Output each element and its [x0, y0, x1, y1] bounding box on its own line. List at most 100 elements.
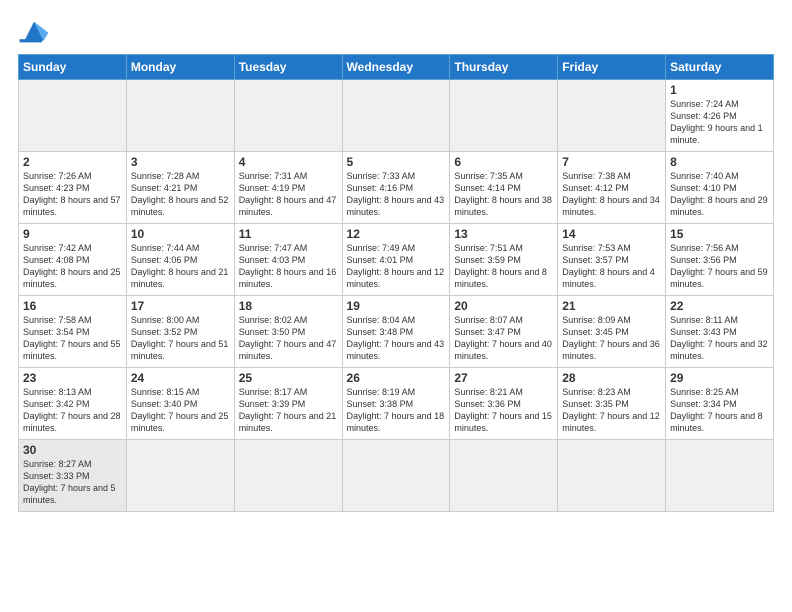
- weekday-header-friday: Friday: [558, 55, 666, 80]
- day-number: 13: [454, 227, 553, 241]
- day-number: 5: [347, 155, 446, 169]
- calendar-cell: 4Sunrise: 7:31 AM Sunset: 4:19 PM Daylig…: [234, 152, 342, 224]
- calendar-cell: [234, 80, 342, 152]
- day-number: 2: [23, 155, 122, 169]
- calendar-cell: 16Sunrise: 7:58 AM Sunset: 3:54 PM Dayli…: [19, 296, 127, 368]
- week-row-4: 23Sunrise: 8:13 AM Sunset: 3:42 PM Dayli…: [19, 368, 774, 440]
- day-number: 28: [562, 371, 661, 385]
- day-number: 1: [670, 83, 769, 97]
- day-info: Sunrise: 7:44 AM Sunset: 4:06 PM Dayligh…: [131, 242, 230, 291]
- calendar-cell: 2Sunrise: 7:26 AM Sunset: 4:23 PM Daylig…: [19, 152, 127, 224]
- day-info: Sunrise: 8:15 AM Sunset: 3:40 PM Dayligh…: [131, 386, 230, 435]
- calendar-cell: [342, 440, 450, 512]
- calendar-cell: 10Sunrise: 7:44 AM Sunset: 4:06 PM Dayli…: [126, 224, 234, 296]
- day-number: 29: [670, 371, 769, 385]
- weekday-header-wednesday: Wednesday: [342, 55, 450, 80]
- day-number: 14: [562, 227, 661, 241]
- weekday-header-row: SundayMondayTuesdayWednesdayThursdayFrid…: [19, 55, 774, 80]
- day-info: Sunrise: 7:38 AM Sunset: 4:12 PM Dayligh…: [562, 170, 661, 219]
- day-number: 10: [131, 227, 230, 241]
- day-number: 21: [562, 299, 661, 313]
- calendar-cell: 15Sunrise: 7:56 AM Sunset: 3:56 PM Dayli…: [666, 224, 774, 296]
- day-number: 9: [23, 227, 122, 241]
- day-info: Sunrise: 8:04 AM Sunset: 3:48 PM Dayligh…: [347, 314, 446, 363]
- day-number: 6: [454, 155, 553, 169]
- calendar-cell: 30Sunrise: 8:27 AM Sunset: 3:33 PM Dayli…: [19, 440, 127, 512]
- day-info: Sunrise: 7:42 AM Sunset: 4:08 PM Dayligh…: [23, 242, 122, 291]
- day-info: Sunrise: 7:35 AM Sunset: 4:14 PM Dayligh…: [454, 170, 553, 219]
- logo: [18, 18, 54, 46]
- day-number: 27: [454, 371, 553, 385]
- day-info: Sunrise: 8:19 AM Sunset: 3:38 PM Dayligh…: [347, 386, 446, 435]
- week-row-1: 2Sunrise: 7:26 AM Sunset: 4:23 PM Daylig…: [19, 152, 774, 224]
- calendar-cell: 9Sunrise: 7:42 AM Sunset: 4:08 PM Daylig…: [19, 224, 127, 296]
- week-row-2: 9Sunrise: 7:42 AM Sunset: 4:08 PM Daylig…: [19, 224, 774, 296]
- day-number: 26: [347, 371, 446, 385]
- day-number: 7: [562, 155, 661, 169]
- calendar-cell: 26Sunrise: 8:19 AM Sunset: 3:38 PM Dayli…: [342, 368, 450, 440]
- day-info: Sunrise: 8:27 AM Sunset: 3:33 PM Dayligh…: [23, 458, 122, 507]
- calendar-cell: 6Sunrise: 7:35 AM Sunset: 4:14 PM Daylig…: [450, 152, 558, 224]
- day-info: Sunrise: 7:47 AM Sunset: 4:03 PM Dayligh…: [239, 242, 338, 291]
- calendar-cell: [450, 80, 558, 152]
- calendar-cell: 17Sunrise: 8:00 AM Sunset: 3:52 PM Dayli…: [126, 296, 234, 368]
- calendar-cell: [342, 80, 450, 152]
- week-row-5: 30Sunrise: 8:27 AM Sunset: 3:33 PM Dayli…: [19, 440, 774, 512]
- calendar-cell: 25Sunrise: 8:17 AM Sunset: 3:39 PM Dayli…: [234, 368, 342, 440]
- day-info: Sunrise: 8:02 AM Sunset: 3:50 PM Dayligh…: [239, 314, 338, 363]
- calendar-cell: 22Sunrise: 8:11 AM Sunset: 3:43 PM Dayli…: [666, 296, 774, 368]
- day-info: Sunrise: 8:17 AM Sunset: 3:39 PM Dayligh…: [239, 386, 338, 435]
- calendar-cell: 23Sunrise: 8:13 AM Sunset: 3:42 PM Dayli…: [19, 368, 127, 440]
- day-info: Sunrise: 8:13 AM Sunset: 3:42 PM Dayligh…: [23, 386, 122, 435]
- week-row-0: 1Sunrise: 7:24 AM Sunset: 4:26 PM Daylig…: [19, 80, 774, 152]
- day-number: 23: [23, 371, 122, 385]
- calendar-cell: 3Sunrise: 7:28 AM Sunset: 4:21 PM Daylig…: [126, 152, 234, 224]
- day-info: Sunrise: 7:31 AM Sunset: 4:19 PM Dayligh…: [239, 170, 338, 219]
- calendar-cell: [126, 80, 234, 152]
- calendar-cell: 27Sunrise: 8:21 AM Sunset: 3:36 PM Dayli…: [450, 368, 558, 440]
- calendar-cell: 1Sunrise: 7:24 AM Sunset: 4:26 PM Daylig…: [666, 80, 774, 152]
- calendar-cell: 20Sunrise: 8:07 AM Sunset: 3:47 PM Dayli…: [450, 296, 558, 368]
- calendar-cell: 28Sunrise: 8:23 AM Sunset: 3:35 PM Dayli…: [558, 368, 666, 440]
- day-number: 12: [347, 227, 446, 241]
- day-info: Sunrise: 7:49 AM Sunset: 4:01 PM Dayligh…: [347, 242, 446, 291]
- day-info: Sunrise: 7:40 AM Sunset: 4:10 PM Dayligh…: [670, 170, 769, 219]
- day-info: Sunrise: 8:21 AM Sunset: 3:36 PM Dayligh…: [454, 386, 553, 435]
- day-number: 25: [239, 371, 338, 385]
- day-info: Sunrise: 8:25 AM Sunset: 3:34 PM Dayligh…: [670, 386, 769, 435]
- calendar-cell: 19Sunrise: 8:04 AM Sunset: 3:48 PM Dayli…: [342, 296, 450, 368]
- calendar: SundayMondayTuesdayWednesdayThursdayFrid…: [18, 54, 774, 512]
- day-number: 8: [670, 155, 769, 169]
- calendar-cell: [450, 440, 558, 512]
- calendar-cell: 21Sunrise: 8:09 AM Sunset: 3:45 PM Dayli…: [558, 296, 666, 368]
- header: [18, 18, 774, 46]
- day-number: 11: [239, 227, 338, 241]
- day-number: 22: [670, 299, 769, 313]
- calendar-cell: 14Sunrise: 7:53 AM Sunset: 3:57 PM Dayli…: [558, 224, 666, 296]
- day-info: Sunrise: 7:51 AM Sunset: 3:59 PM Dayligh…: [454, 242, 553, 291]
- calendar-cell: 18Sunrise: 8:02 AM Sunset: 3:50 PM Dayli…: [234, 296, 342, 368]
- day-info: Sunrise: 7:58 AM Sunset: 3:54 PM Dayligh…: [23, 314, 122, 363]
- day-number: 4: [239, 155, 338, 169]
- day-number: 19: [347, 299, 446, 313]
- calendar-cell: [19, 80, 127, 152]
- day-number: 24: [131, 371, 230, 385]
- day-info: Sunrise: 8:09 AM Sunset: 3:45 PM Dayligh…: [562, 314, 661, 363]
- calendar-cell: [558, 80, 666, 152]
- day-info: Sunrise: 7:26 AM Sunset: 4:23 PM Dayligh…: [23, 170, 122, 219]
- calendar-cell: 8Sunrise: 7:40 AM Sunset: 4:10 PM Daylig…: [666, 152, 774, 224]
- calendar-cell: 12Sunrise: 7:49 AM Sunset: 4:01 PM Dayli…: [342, 224, 450, 296]
- weekday-header-tuesday: Tuesday: [234, 55, 342, 80]
- day-number: 3: [131, 155, 230, 169]
- day-info: Sunrise: 7:28 AM Sunset: 4:21 PM Dayligh…: [131, 170, 230, 219]
- day-number: 17: [131, 299, 230, 313]
- calendar-cell: 11Sunrise: 7:47 AM Sunset: 4:03 PM Dayli…: [234, 224, 342, 296]
- day-info: Sunrise: 7:53 AM Sunset: 3:57 PM Dayligh…: [562, 242, 661, 291]
- calendar-cell: [126, 440, 234, 512]
- day-number: 16: [23, 299, 122, 313]
- calendar-cell: [558, 440, 666, 512]
- calendar-cell: [666, 440, 774, 512]
- day-info: Sunrise: 8:07 AM Sunset: 3:47 PM Dayligh…: [454, 314, 553, 363]
- day-info: Sunrise: 8:23 AM Sunset: 3:35 PM Dayligh…: [562, 386, 661, 435]
- day-info: Sunrise: 7:56 AM Sunset: 3:56 PM Dayligh…: [670, 242, 769, 291]
